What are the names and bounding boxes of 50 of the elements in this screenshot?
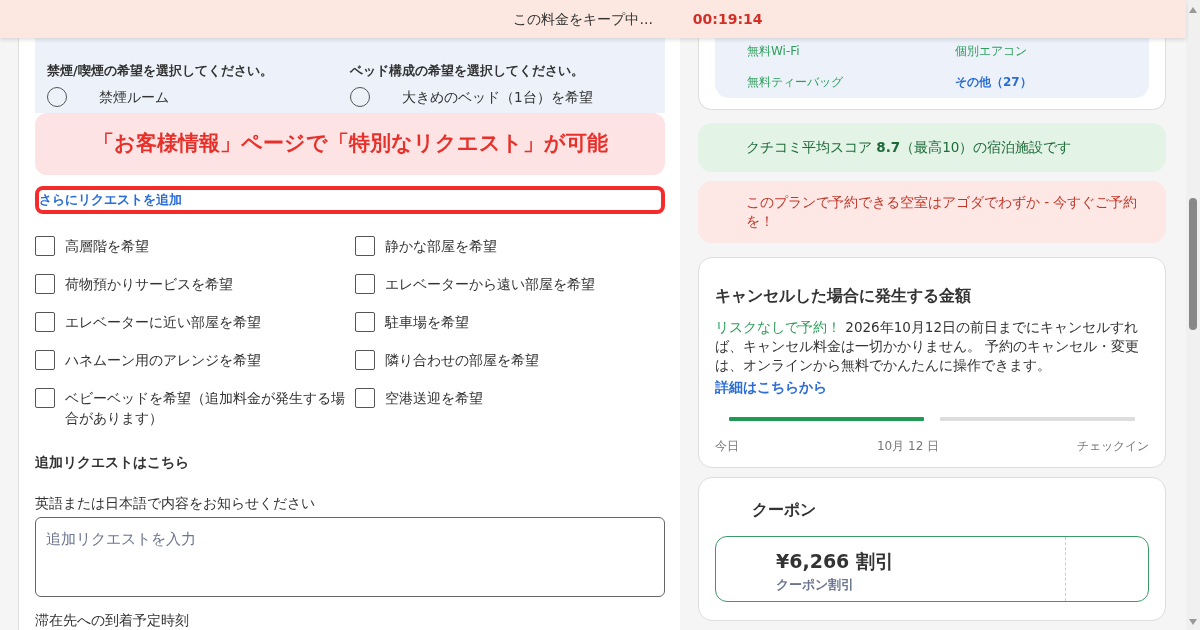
field-label: 英語または日本語で内容をお知らせください <box>35 494 316 513</box>
checkbox[interactable] <box>35 388 55 408</box>
coupon-subtitle: クーポン割引 <box>776 575 855 594</box>
scrollbar-track[interactable] <box>1186 0 1200 630</box>
scrollbar-thumb[interactable] <box>1189 198 1197 330</box>
coupon-amount: ¥6,266 割引 <box>776 549 895 574</box>
checkbox[interactable] <box>35 350 55 370</box>
amenity-label: 無料Wi-Fi <box>747 43 801 60</box>
checkbox[interactable] <box>35 236 55 256</box>
checkbox-label: 空港送迎を希望 <box>385 389 483 408</box>
checkbox[interactable] <box>35 312 55 332</box>
checkbox-label: 静かな部屋を希望 <box>385 237 497 256</box>
checkbox[interactable] <box>355 236 375 256</box>
countdown-timer: 00:19:14 <box>692 9 763 29</box>
checkbox[interactable] <box>355 350 375 370</box>
checkbox[interactable] <box>35 274 55 294</box>
card-title: クーポン <box>751 499 817 521</box>
group-heading: ベッド構成の希望を選択してください。 <box>350 62 585 80</box>
checkbox-label: 高層階を希望 <box>65 237 149 256</box>
field-label: 滞在先への到着予定時刻 <box>35 612 190 630</box>
checkbox-label: ベビーベッドを希望（追加料金が発生する場合があります） <box>65 389 346 428</box>
timeline-label: 今日 <box>715 438 739 455</box>
amenity-label: 個別エアコン <box>955 43 1028 60</box>
checkbox[interactable] <box>355 274 375 294</box>
add-request-link[interactable]: さらにリクエストを追加 <box>39 190 182 210</box>
checkbox[interactable] <box>355 388 375 408</box>
coupon-ticket[interactable]: ¥6,266 割引 クーポン割引 <box>715 536 1149 602</box>
more-amenities-link[interactable]: その他（27） <box>955 72 1135 98</box>
checkbox-label: 荷物預かりサービスを希望 <box>65 275 233 294</box>
checkbox-label: エレベーターに近い部屋を希望 <box>65 313 261 332</box>
option-label: 大きめのベッド（1台）を希望 <box>402 87 593 107</box>
checkbox-label: エレベーターから遠い部屋を希望 <box>385 275 595 294</box>
request-input-field[interactable]: 追加リクエストを入力 <box>35 517 665 598</box>
details-link[interactable]: 詳細はこちらから <box>715 379 827 395</box>
checkbox-label: 駐車場を希望 <box>385 313 469 332</box>
group-heading: 禁煙/喫煙の希望を選択してください。 <box>47 62 274 80</box>
timeline-label: チェックイン <box>1077 438 1149 455</box>
checkbox-label: 隣り合わせの部屋を希望 <box>385 351 539 370</box>
card-title: キャンセルした場合に発生する金額 <box>715 285 972 307</box>
timeline-label: 10月 12 日 <box>876 438 940 455</box>
option-label: 禁煙ルーム <box>99 87 169 107</box>
banner-text: この料金をキープ中... <box>513 9 653 29</box>
checkbox[interactable] <box>355 312 375 332</box>
section-heading: 追加リクエストはこちら <box>35 453 190 472</box>
amenity-label: 無料ティーバッグ <box>747 73 844 91</box>
review-score-notice: クチコミ平均スコア 8.7（最高10）の宿泊施設です <box>746 138 1072 158</box>
cancellation-policy-text: リスクなしで予約！ 2026年10月12日の前日までにキャンセルすれば、キャンセル料金は一切かかりません。 予約のキャンセル・変更は、オンラインから無料でかんたんに操作できます。 <box>715 318 1141 375</box>
availability-notice: このプランで予約できる空室はアゴダでわずか - 今すぐご予約を！ <box>698 181 1166 243</box>
checkbox-label: ハネムーン用のアレンジを希望 <box>65 351 261 370</box>
annotation-callout: 「お客様情報」ページで「特別なリクエスト」が可能 <box>35 113 665 175</box>
